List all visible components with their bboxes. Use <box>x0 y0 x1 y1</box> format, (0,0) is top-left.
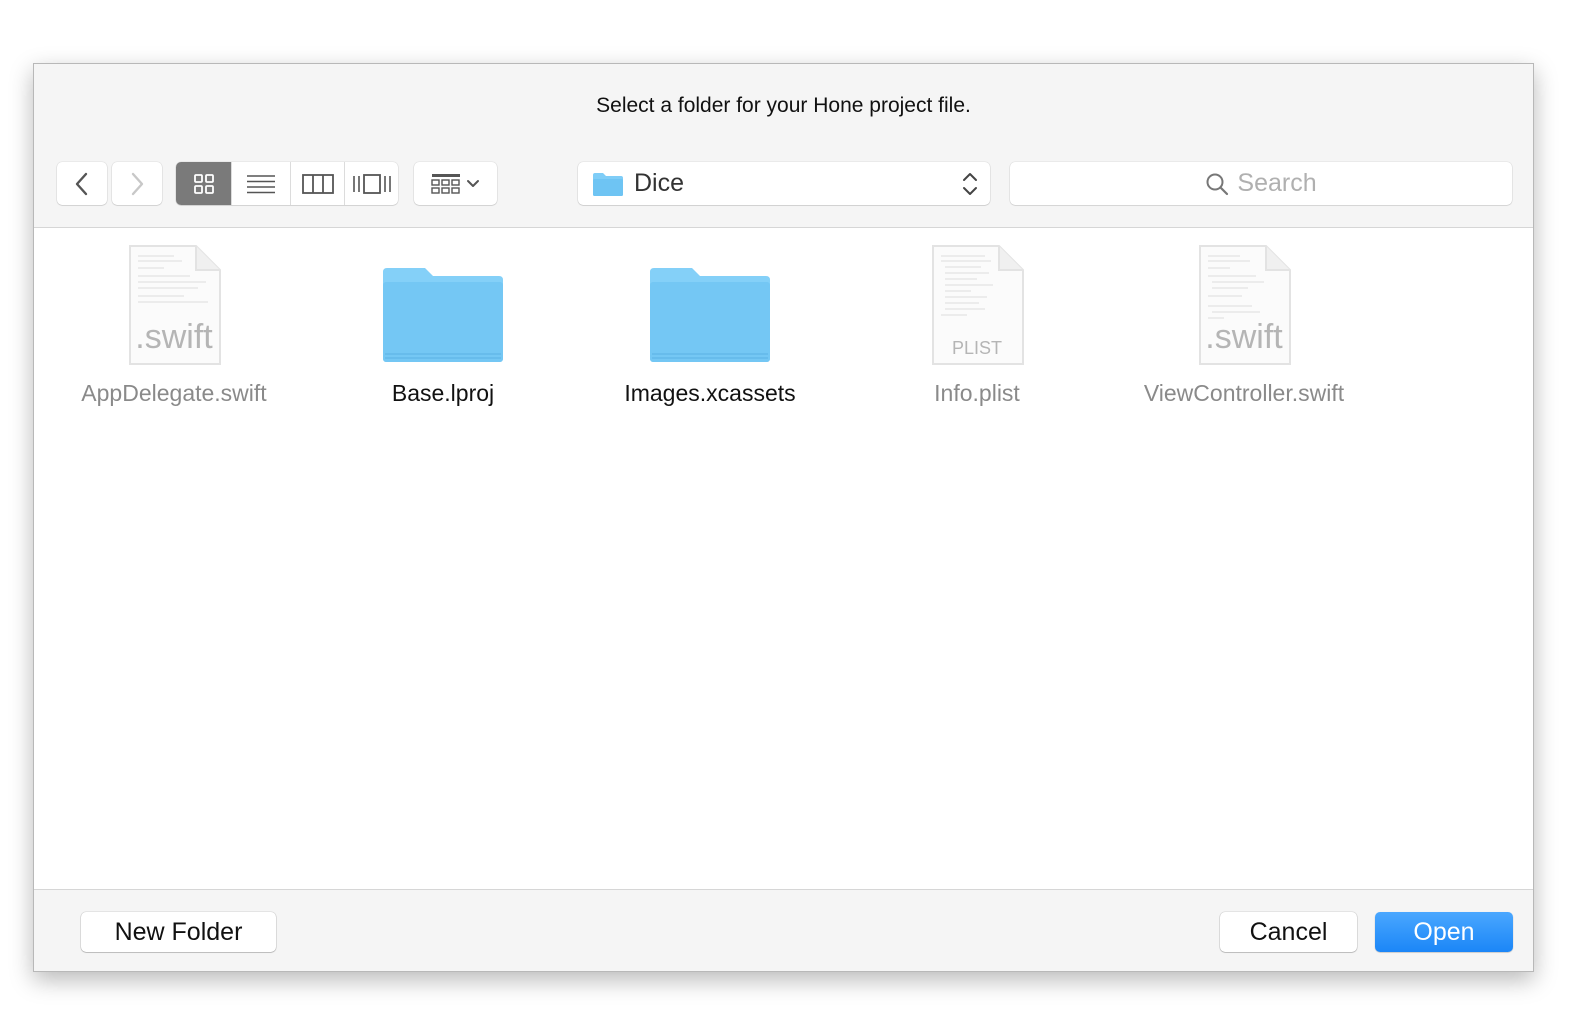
arrange-grid-icon <box>414 162 497 205</box>
list-view-button[interactable] <box>231 162 290 205</box>
file-name: Info.plist <box>934 380 1020 406</box>
cover-flow-icon <box>352 173 391 194</box>
cover-flow-view-button[interactable] <box>344 162 398 205</box>
file-name: Base.lproj <box>391 380 495 406</box>
file-item-images-xcassets[interactable]: Images.xcassets <box>580 242 840 407</box>
svg-text:PLIST: PLIST <box>952 338 1002 358</box>
popup-arrows-icon <box>963 173 977 195</box>
svg-text:.swift: .swift <box>1205 318 1283 356</box>
chevron-left-icon <box>57 162 107 205</box>
forward-button[interactable] <box>112 162 162 205</box>
column-view-button[interactable] <box>290 162 344 205</box>
location-popup[interactable]: Dice <box>578 162 990 205</box>
swift-document-icon: .swift <box>129 245 221 365</box>
chevron-right-icon <box>112 162 162 205</box>
folder-icon <box>383 268 503 362</box>
open-button[interactable]: Open <box>1375 912 1513 952</box>
search-icon <box>1206 173 1229 195</box>
location-label: Dice <box>634 169 685 197</box>
arrange-button[interactable] <box>414 162 497 205</box>
file-item-info-plist[interactable]: PLIST Info.plist <box>847 242 1107 407</box>
icon-view-icon <box>193 173 214 194</box>
dialog-title: Select a folder for your Hone project fi… <box>596 94 971 117</box>
icon-view-button[interactable] <box>176 162 231 205</box>
search-field[interactable]: Search <box>1010 162 1512 205</box>
file-name: Images.xcassets <box>624 380 796 406</box>
file-name: AppDelegate.swift <box>81 380 267 406</box>
search-placeholder: Search <box>1237 169 1317 197</box>
back-button[interactable] <box>57 162 107 205</box>
new-folder-button[interactable]: New Folder <box>81 912 276 952</box>
column-view-icon <box>301 173 334 194</box>
swift-document-icon: .swift <box>1199 245 1291 365</box>
view-mode-segmented-control <box>176 162 398 205</box>
open-folder-dialog: Select a folder for your Hone project fi… <box>33 63 1534 972</box>
folder-icon <box>650 268 770 362</box>
svg-text:.swift: .swift <box>135 318 213 356</box>
file-name: ViewController.swift <box>1143 380 1345 406</box>
plist-document-icon: PLIST <box>932 245 1024 365</box>
file-item-viewcontroller[interactable]: .swift ViewController.swift <box>1114 242 1374 407</box>
cancel-button[interactable]: Cancel <box>1220 912 1357 952</box>
list-view-icon <box>247 174 275 193</box>
file-browser: .swift AppDelegate.swift Base.lproj Imag… <box>34 227 1533 890</box>
file-item-appdelegate[interactable]: .swift AppDelegate.swift <box>44 242 304 407</box>
file-item-base-lproj[interactable]: Base.lproj <box>313 242 573 407</box>
folder-icon <box>593 172 623 196</box>
